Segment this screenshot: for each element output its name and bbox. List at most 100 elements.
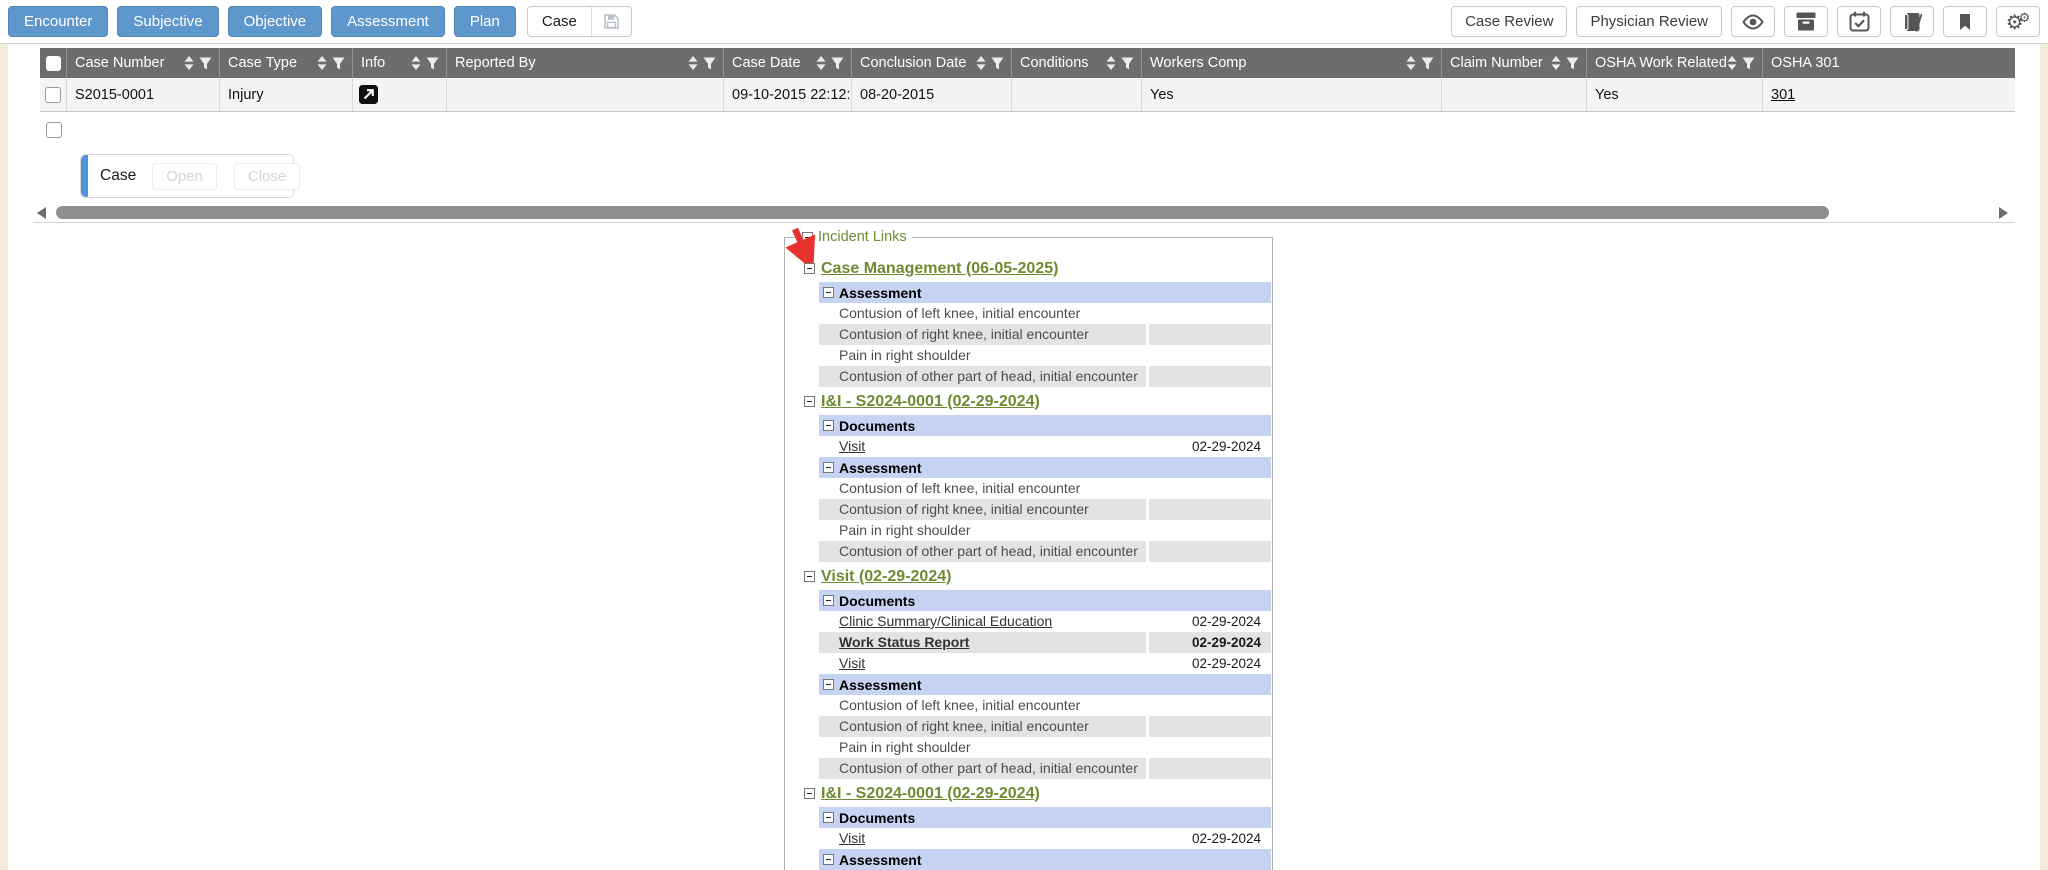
scrollbar-thumb[interactable] [56, 206, 1829, 219]
settings-button[interactable]: ⚙⚙ [1996, 6, 2040, 37]
sort-icon[interactable] [816, 56, 826, 70]
eye-button[interactable] [1731, 6, 1775, 37]
incident-group-link[interactable]: I&I - S2024-0001 (02-29-2024) [821, 785, 1040, 803]
incident-links-tree: Case Management (06-05-2025) Assessment … [785, 238, 1272, 870]
filter-icon[interactable] [426, 57, 439, 70]
collapse-icon[interactable] [804, 788, 815, 799]
collapse-icon[interactable] [823, 595, 834, 606]
column-header-claim-number[interactable]: Claim Number [1442, 48, 1587, 78]
sort-icon[interactable] [411, 56, 421, 70]
tree-item: Contusion of right knee, initial encount… [819, 716, 1271, 737]
select-all-checkbox[interactable] [46, 56, 61, 71]
collapse-icon[interactable] [804, 396, 815, 407]
filter-icon[interactable] [1421, 57, 1434, 70]
column-header-info[interactable]: Info [353, 48, 447, 78]
incident-group-link[interactable]: I&I - S2024-0001 (02-29-2024) [821, 393, 1040, 411]
document-link[interactable]: Work Status Report [839, 634, 969, 650]
filter-icon[interactable] [1566, 57, 1579, 70]
empty-row-checkbox[interactable] [46, 122, 62, 138]
sort-icon[interactable] [1406, 56, 1416, 70]
column-header-case-type[interactable]: Case Type [220, 48, 353, 78]
filter-icon[interactable] [199, 57, 212, 70]
column-header-osha-301[interactable]: OSHA 301 [1763, 48, 2015, 78]
document-link[interactable]: Visit [839, 438, 865, 454]
filter-icon[interactable] [1742, 57, 1755, 70]
collapse-icon[interactable] [804, 571, 815, 582]
toolbar-left-group: Encounter Subjective Objective Assessmen… [8, 6, 632, 37]
tree-item: Contusion of other part of head, initial… [819, 366, 1271, 387]
toolbar-right-group: Case Review Physician Review ⚙⚙ [1451, 6, 2040, 37]
filter-icon[interactable] [332, 57, 345, 70]
filter-icon[interactable] [1121, 57, 1134, 70]
external-link-icon[interactable] [359, 85, 378, 104]
filter-icon[interactable] [991, 57, 1004, 70]
incident-group-row: I&I - S2024-0001 (02-29-2024) [804, 390, 1272, 413]
archive-button[interactable] [1784, 6, 1828, 37]
close-case-button[interactable]: Close [234, 163, 300, 190]
collapse-icon[interactable] [823, 812, 834, 823]
collapse-icon[interactable] [823, 420, 834, 431]
cell-case-number: S2015-0001 [67, 78, 220, 111]
bookmark-icon [1958, 13, 1972, 31]
collapse-icon[interactable] [823, 287, 834, 298]
case-tab[interactable]: Case [527, 6, 632, 37]
case-review-button[interactable]: Case Review [1451, 6, 1567, 37]
filter-icon[interactable] [831, 57, 844, 70]
column-header-reported-by[interactable]: Reported By [447, 48, 724, 78]
objective-button[interactable]: Objective [228, 6, 323, 37]
sort-icon[interactable] [1551, 56, 1561, 70]
cell-osha-work-related: Yes [1587, 78, 1763, 111]
column-header-case-number[interactable]: Case Number [67, 48, 220, 78]
collapse-icon[interactable] [802, 232, 813, 243]
open-case-button[interactable]: Open [152, 163, 217, 190]
collapse-icon[interactable] [804, 263, 815, 274]
collapse-icon[interactable] [823, 462, 834, 473]
journal-icon [1902, 12, 1923, 32]
table-row[interactable]: S2015-0001 Injury 09-10-2015 22:12:00 08… [40, 78, 2015, 112]
sort-icon[interactable] [688, 56, 698, 70]
tree-item: Contusion of left knee, initial encounte… [819, 478, 1271, 499]
column-header-osha-work-related[interactable]: OSHA Work Related [1587, 48, 1763, 78]
encounter-button[interactable]: Encounter [8, 6, 108, 37]
sort-icon[interactable] [976, 56, 986, 70]
sort-icon[interactable] [1106, 56, 1116, 70]
scroll-right-arrow[interactable] [1999, 207, 2008, 219]
incident-links-legend: Incident Links [797, 229, 912, 245]
collapse-icon[interactable] [823, 854, 834, 865]
incident-links-title: Incident Links [818, 229, 907, 245]
horizontal-scrollbar[interactable] [33, 204, 2015, 223]
top-toolbar: Encounter Subjective Objective Assessmen… [0, 0, 2048, 44]
collapse-icon[interactable] [823, 679, 834, 690]
sort-icon[interactable] [317, 56, 327, 70]
tree-section-header: Documents [819, 807, 1271, 828]
sort-icon[interactable] [184, 56, 194, 70]
physician-review-button[interactable]: Physician Review [1576, 6, 1722, 37]
column-header-workers-comp[interactable]: Workers Comp [1142, 48, 1442, 78]
bookmark-button[interactable] [1943, 6, 1987, 37]
filter-icon[interactable] [703, 57, 716, 70]
sort-icon[interactable] [1727, 56, 1737, 70]
incident-group-link[interactable]: Visit (02-29-2024) [821, 568, 951, 586]
osha-301-link[interactable]: 301 [1771, 87, 1795, 103]
save-icon[interactable] [592, 13, 631, 30]
document-link[interactable]: Visit [839, 830, 865, 846]
incident-group-link[interactable]: Case Management (06-05-2025) [821, 260, 1058, 278]
assessment-button[interactable]: Assessment [331, 6, 445, 37]
document-link[interactable]: Visit [839, 655, 865, 671]
right-edge-strip [2040, 44, 2048, 870]
scroll-left-arrow[interactable] [37, 207, 46, 219]
plan-button[interactable]: Plan [454, 6, 516, 37]
journal-button[interactable] [1890, 6, 1934, 37]
tree-section-header: Documents [819, 590, 1271, 611]
document-link[interactable]: Clinic Summary/Clinical Education [839, 613, 1052, 629]
gears-icon: ⚙⚙ [2006, 12, 2031, 32]
tree-section-header: Assessment [819, 457, 1271, 478]
subjective-button[interactable]: Subjective [117, 6, 218, 37]
column-header-case-date[interactable]: Case Date [724, 48, 852, 78]
column-header-conditions[interactable]: Conditions [1012, 48, 1142, 78]
tree-item: Contusion of other part of head, initial… [819, 758, 1271, 779]
row-checkbox[interactable] [45, 87, 61, 103]
calendar-button[interactable] [1837, 6, 1881, 37]
tree-item: Contusion of right knee, initial encount… [819, 499, 1271, 520]
column-header-conclusion-date[interactable]: Conclusion Date [852, 48, 1012, 78]
